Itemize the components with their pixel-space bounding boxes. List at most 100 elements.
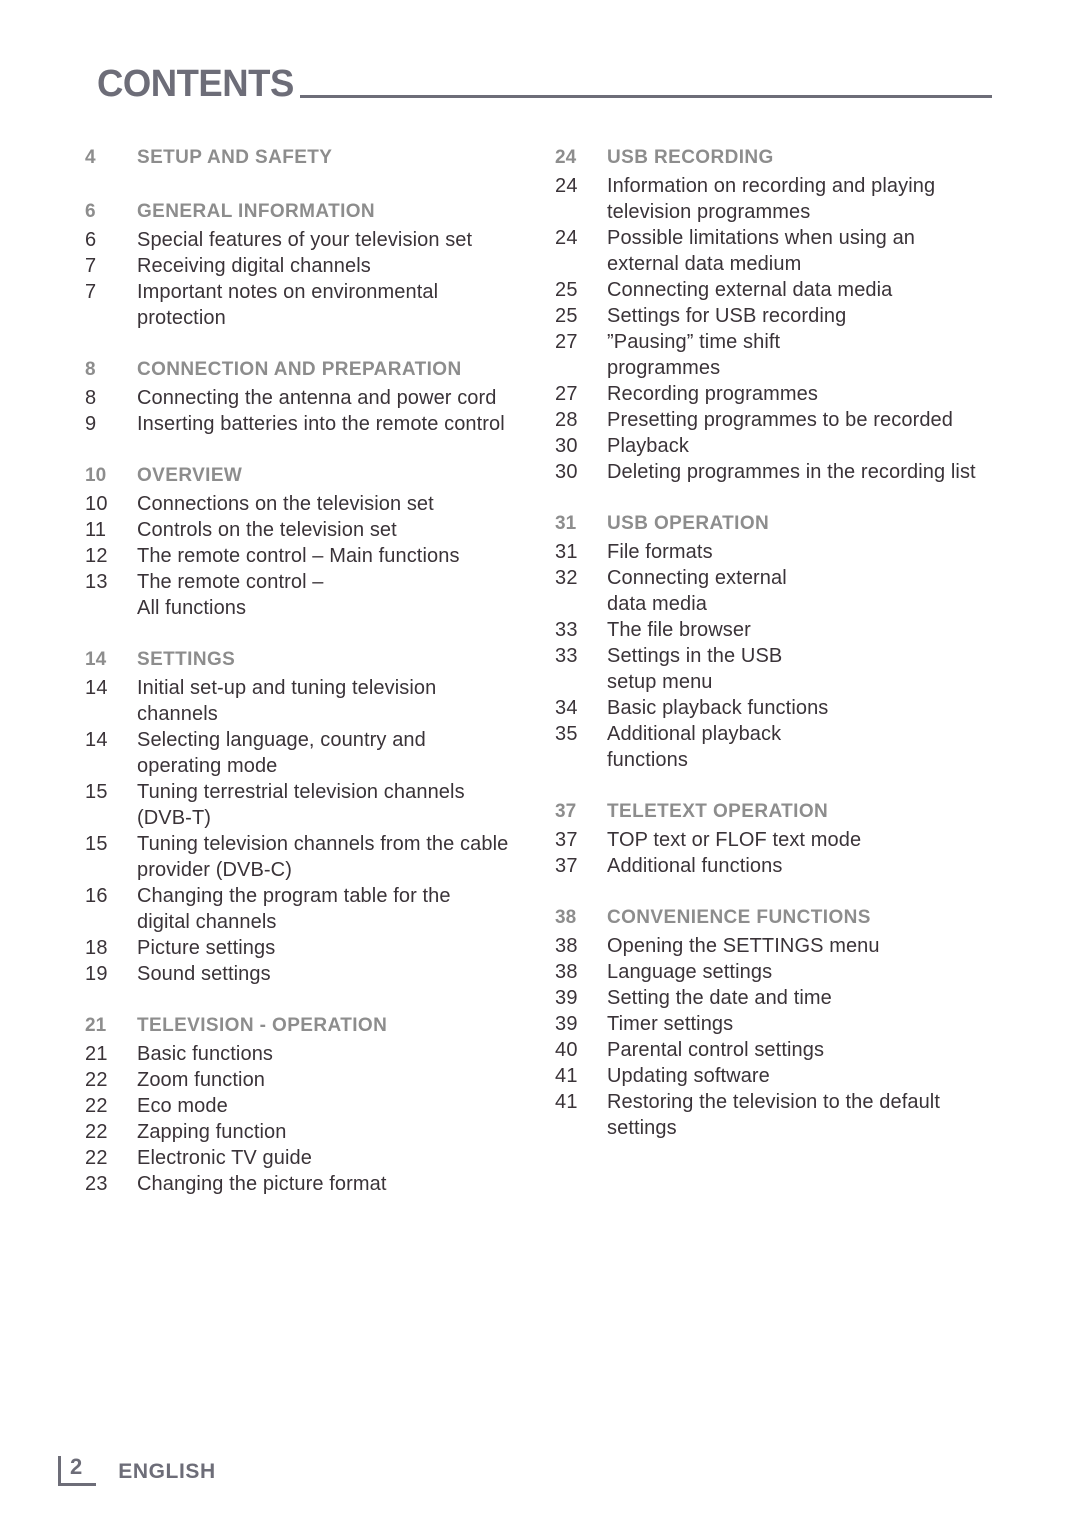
toc-entry[interactable]: 22 Electronic TV guide xyxy=(85,1145,555,1171)
toc-entry[interactable]: 13 The remote control – xyxy=(85,569,555,595)
toc-entry[interactable]: 8 Connecting the antenna and power cord xyxy=(85,385,555,411)
toc-entry[interactable]: 30 Playback xyxy=(555,433,1025,459)
toc-entry[interactable]: 21 Basic functions xyxy=(85,1041,555,1067)
toc-entry[interactable]: operating mode xyxy=(85,753,555,779)
toc-entry[interactable]: 38 Opening the SETTINGS menu xyxy=(555,933,1025,959)
toc-entry[interactable]: 11 Controls on the television set xyxy=(85,517,555,543)
toc-entry-label: Presetting programmes to be recorded xyxy=(607,409,953,431)
page-title: CONTENTS xyxy=(97,63,294,105)
toc-page-number: 9 xyxy=(85,413,97,435)
toc-entry[interactable]: (DVB-T) xyxy=(85,805,555,831)
toc-entry[interactable]: 12 The remote control – Main functions xyxy=(85,543,555,569)
toc-page-number: 12 xyxy=(85,545,108,567)
toc-section-heading: 24 USB RECORDING xyxy=(555,143,1025,173)
toc-page-number: 40 xyxy=(555,1039,578,1061)
toc-entry[interactable]: All functions xyxy=(85,595,555,621)
toc-entry[interactable]: 28 Presetting programmes to be recorded xyxy=(555,407,1025,433)
toc-entry[interactable]: protection xyxy=(85,305,555,331)
footer-language-label: ENGLISH xyxy=(118,1460,216,1483)
toc-entry-label: television programmes xyxy=(607,201,811,223)
toc-page-number: 7 xyxy=(85,255,97,277)
toc-page-number: 6 xyxy=(85,229,97,251)
toc-entry[interactable]: television programmes xyxy=(555,199,1025,225)
toc-entry[interactable]: 33 Settings in the USB xyxy=(555,643,1025,669)
toc-page-number: 27 xyxy=(555,331,578,353)
toc-entry[interactable]: 19 Sound settings xyxy=(85,961,555,987)
toc-entry-label: (DVB-T) xyxy=(137,807,212,829)
toc-entry[interactable]: 39 Timer settings xyxy=(555,1011,1025,1037)
toc-entry[interactable]: 25 Settings for USB recording xyxy=(555,303,1025,329)
toc-page-number: 15 xyxy=(85,833,108,855)
toc-entry-label: TELETEXT OPERATION xyxy=(607,801,829,822)
toc-entry[interactable]: 14 Initial set-up and tuning television xyxy=(85,675,555,701)
toc-entry[interactable]: functions xyxy=(555,747,1025,773)
toc-entry[interactable]: 40 Parental control settings xyxy=(555,1037,1025,1063)
toc-entry[interactable]: 6 Special features of your television set xyxy=(85,227,555,253)
toc-entry[interactable]: 18 Picture settings xyxy=(85,935,555,961)
toc-page-number: 33 xyxy=(555,619,578,641)
toc-page-number: 14 xyxy=(85,677,108,699)
toc-page-number: 41 xyxy=(555,1065,578,1087)
toc-entry[interactable]: 15 Tuning television channels from the ca… xyxy=(85,831,555,857)
toc-page-number: 38 xyxy=(555,935,578,957)
toc-page-number: 25 xyxy=(555,279,578,301)
folio-page-number: 2 xyxy=(70,1454,83,1479)
toc-entry[interactable]: 24 Possible limitations when using an xyxy=(555,225,1025,251)
toc-entry[interactable]: 7 Important notes on environmental xyxy=(85,279,555,305)
toc-entry[interactable]: 32 Connecting external xyxy=(555,565,1025,591)
toc-page-number: 34 xyxy=(555,697,578,719)
toc-page-number: 39 xyxy=(555,1013,578,1035)
toc-entry-label: Zapping function xyxy=(137,1121,287,1143)
toc-entry[interactable]: 41 Updating software xyxy=(555,1063,1025,1089)
toc-entry-label: File formats xyxy=(607,541,713,563)
toc-entry[interactable]: 7 Receiving digital channels xyxy=(85,253,555,279)
toc-entry[interactable]: 25 Connecting external data media xyxy=(555,277,1025,303)
toc-entry[interactable]: 22 Eco mode xyxy=(85,1093,555,1119)
toc-entry[interactable]: 41 Restoring the television to the defaul… xyxy=(555,1089,1025,1115)
toc-entry[interactable]: 24 Information on recording and playing xyxy=(555,173,1025,199)
toc-entry[interactable]: 15 Tuning terrestrial television channels xyxy=(85,779,555,805)
toc-entry-label: Additional functions xyxy=(607,855,783,877)
toc-entry[interactable]: 37 Additional functions xyxy=(555,853,1025,879)
toc-entry[interactable]: 22 Zoom function xyxy=(85,1067,555,1093)
toc-entry-label: Basic playback functions xyxy=(607,697,829,719)
toc-page-number: 8 xyxy=(85,387,97,409)
toc-entry[interactable]: provider (DVB-C) xyxy=(85,857,555,883)
toc-entry-label: SETUP AND SAFETY xyxy=(137,147,333,168)
toc-entry[interactable]: channels xyxy=(85,701,555,727)
toc-entry[interactable]: setup menu xyxy=(555,669,1025,695)
toc-entry-label: Information on recording and playing xyxy=(607,175,936,197)
toc-page-number: 35 xyxy=(555,723,578,745)
toc-page-number: 16 xyxy=(85,885,108,907)
toc-entry[interactable]: 34 Basic playback functions xyxy=(555,695,1025,721)
toc-entry[interactable]: 38 Language settings xyxy=(555,959,1025,985)
toc-entry[interactable]: 27 ”Pausing” time shift xyxy=(555,329,1025,355)
toc-page-number: 31 xyxy=(555,541,578,563)
toc-entry-label: Inserting batteries into the remote cont… xyxy=(137,413,505,435)
toc-entry[interactable]: digital channels xyxy=(85,909,555,935)
toc-entry[interactable]: 37 TOP text or FLOF text mode xyxy=(555,827,1025,853)
toc-entry[interactable]: 30 Deleting programmes in the recording l… xyxy=(555,459,1025,485)
toc-entry[interactable]: 10 Connections on the television set xyxy=(85,491,555,517)
toc-entry[interactable]: 22 Zapping function xyxy=(85,1119,555,1145)
toc-entry[interactable]: external data medium xyxy=(555,251,1025,277)
toc-entry[interactable]: 31 File formats xyxy=(555,539,1025,565)
toc-entry[interactable]: programmes xyxy=(555,355,1025,381)
toc-page-number: 32 xyxy=(555,567,578,589)
toc-entry[interactable]: 27 Recording programmes xyxy=(555,381,1025,407)
toc-entry[interactable]: 16 Changing the program table for the xyxy=(85,883,555,909)
toc-entry[interactable]: 39 Setting the date and time xyxy=(555,985,1025,1011)
toc-section-heading: 6 GENERAL INFORMATION xyxy=(85,197,555,227)
toc-entry-label: USB OPERATION xyxy=(607,513,770,534)
toc-entry[interactable]: 14 Selecting language, country and xyxy=(85,727,555,753)
toc-entry-label: external data medium xyxy=(607,253,802,275)
toc-entry[interactable]: 35 Additional playback xyxy=(555,721,1025,747)
toc-entry[interactable]: 9 Inserting batteries into the remote con… xyxy=(85,411,555,437)
toc-entry-label: protection xyxy=(137,307,226,329)
toc-section-heading: 38 CONVENIENCE FUNCTIONS xyxy=(555,903,1025,933)
toc-entry-label: Sound settings xyxy=(137,963,271,985)
toc-entry[interactable]: 23 Changing the picture format xyxy=(85,1171,555,1197)
toc-entry[interactable]: 33 The file browser xyxy=(555,617,1025,643)
toc-entry[interactable]: data media xyxy=(555,591,1025,617)
toc-entry[interactable]: settings xyxy=(555,1115,1025,1141)
